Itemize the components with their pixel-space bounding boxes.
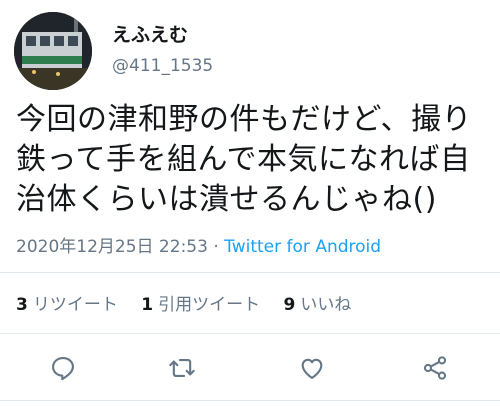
retweets-count: 3 [16,295,28,315]
tweet-meta: 2020年12月25日 22:53 · Twitter for Android [16,232,381,257]
tweet-stats: 3 リツイート 1 引用ツイート 9 いいね [16,290,369,315]
reply-button[interactable] [46,351,80,385]
reply-icon [52,357,74,381]
likes-stat[interactable]: 9 いいね [284,295,352,315]
like-icon [301,358,323,379]
tweet-text: 今回の津和野の件もだけど、撮り 鉄って手を組んで本気になれば自 治体くらいは潰せ… [16,102,472,217]
meta-separator: · [207,237,225,257]
avatar[interactable] [14,12,92,90]
retweet-button[interactable] [165,351,199,385]
tweet-source-link[interactable]: Twitter for Android [224,237,381,257]
divider [0,333,500,334]
user-handle[interactable]: @411_1535 [112,56,213,76]
display-name[interactable]: えふえむ [112,20,188,47]
divider [0,400,500,401]
retweets-stat[interactable]: 3 リツイート [16,295,118,315]
share-button[interactable] [418,351,452,385]
likes-label: いいね [300,295,352,315]
retweets-label: リツイート [32,295,118,315]
share-icon [423,356,447,380]
like-button[interactable] [295,351,329,385]
quotes-label: 引用ツイート [158,295,261,315]
action-bar [0,345,500,389]
divider [0,272,500,273]
timestamp[interactable]: 2020年12月25日 22:53 [16,237,208,257]
quotes-count: 1 [141,295,154,315]
avatar-train-image [14,12,92,90]
likes-count: 9 [283,295,296,315]
retweet-icon [169,359,195,377]
quotes-stat[interactable]: 1 引用ツイート [141,295,260,315]
